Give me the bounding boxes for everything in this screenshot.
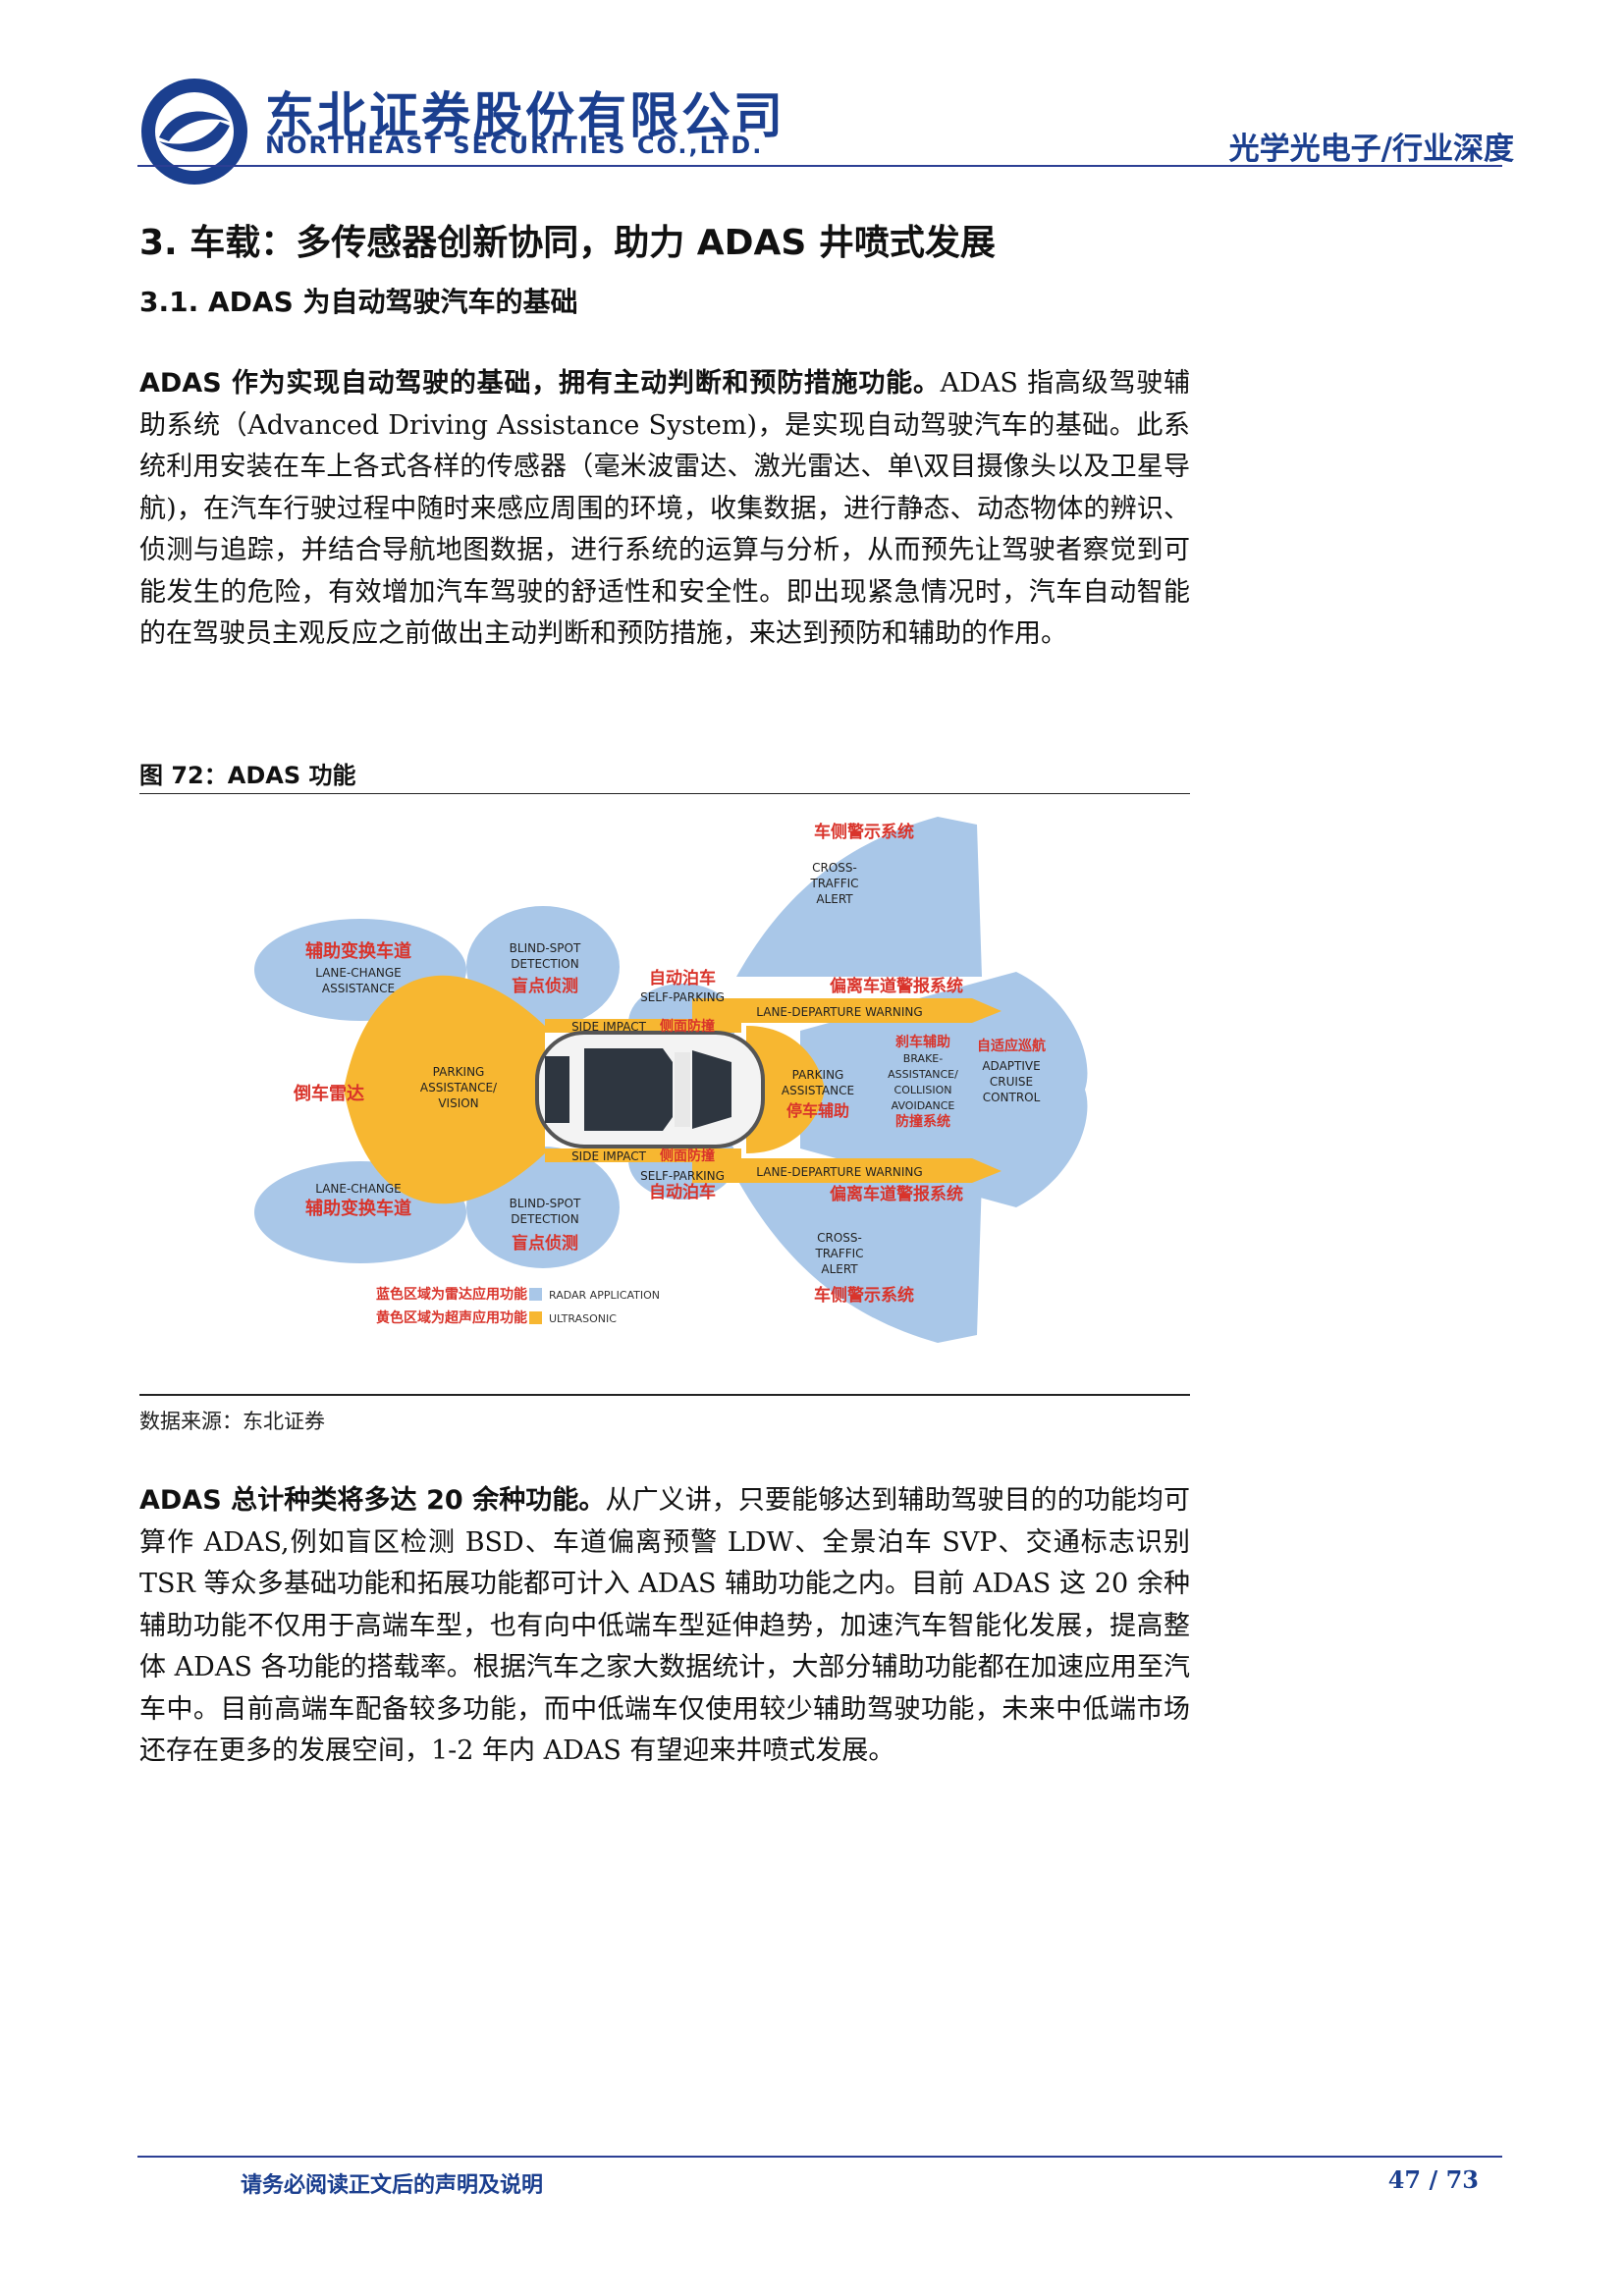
page-number: 47 / 73 xyxy=(1387,2165,1479,2194)
paragraph-2-lead: ADAS 总计种类将多达 20 余种功能。 xyxy=(139,1485,606,1516)
lca-bot-cn: 辅助变换车道 xyxy=(305,1198,411,1219)
bsd-top-en1: BLIND-SPOT xyxy=(510,941,581,955)
acc-en3: CONTROL xyxy=(983,1091,1041,1104)
paragraph-1-lead: ADAS 作为实现自动驾驶的基础，拥有主动判断和预防措施功能。 xyxy=(139,368,941,399)
si-top-cn: 侧面防撞 xyxy=(660,1018,715,1035)
brake-cn: 刹车辅助 xyxy=(895,1034,950,1050)
company-logo-icon xyxy=(141,79,247,185)
brake-en4: AVOIDANCE xyxy=(892,1099,955,1112)
footer-disclaimer: 请务必阅读正文后的声明及说明 xyxy=(241,2173,544,2198)
brake-en3: COLLISION xyxy=(894,1084,952,1096)
sp-top-cn: 自动泊车 xyxy=(649,968,716,988)
paragraph-1: ADAS 作为实现自动驾驶的基础，拥有主动判断和预防措施功能。ADAS 指高级驾… xyxy=(139,363,1190,656)
lca-top-en1: LANE-CHANGE xyxy=(315,966,402,980)
si-top-en: SIDE IMPACT xyxy=(571,1020,647,1034)
rear-en1: PARKING xyxy=(433,1065,485,1079)
cta-top-en3: ALERT xyxy=(816,892,853,906)
bsd-bot-cn: 盲点侦测 xyxy=(512,1233,578,1254)
figure-source: 数据来源：东北证券 xyxy=(139,1410,325,1433)
sp-top-en: SELF-PARKING xyxy=(640,990,725,1004)
adas-function-diagram: 车侧警示系统 CROSS- TRAFFIC ALERT 辅助变换车道 LANE-… xyxy=(254,817,1088,1343)
lca-bot-en: LANE-CHANGE xyxy=(315,1182,402,1196)
cta-top-en1: CROSS- xyxy=(812,861,857,875)
paragraph-2-body: 从广义讲，只要能够达到辅助驾驶目的的功能均可算作 ADAS,例如盲区检测 BSD… xyxy=(139,1485,1190,1766)
acc-en1: ADAPTIVE xyxy=(982,1059,1040,1073)
legend-blue-en: RADAR APPLICATION xyxy=(549,1289,660,1302)
header-divider xyxy=(137,165,1502,167)
brake-en1: BRAKE- xyxy=(903,1052,943,1065)
cta-top-cn: 车侧警示系统 xyxy=(814,822,914,842)
subsection-heading: 3.1. ADAS 为自动驾驶汽车的基础 xyxy=(139,286,578,318)
si-bot-cn: 侧面防撞 xyxy=(660,1148,715,1164)
legend-yellow-en: ULTRASONIC xyxy=(549,1312,617,1325)
cta-bot-en3: ALERT xyxy=(821,1262,858,1276)
brake-cn2: 防撞系统 xyxy=(895,1113,950,1130)
figure-top-rule xyxy=(139,793,1190,794)
front-en2: ASSISTANCE xyxy=(782,1084,854,1097)
legend-blue-swatch xyxy=(529,1288,542,1301)
car-icon xyxy=(535,1031,765,1148)
section-heading: 3. 车载：多传感器创新协同，助力 ADAS 井喷式发展 xyxy=(139,223,996,263)
si-bot-en: SIDE IMPACT xyxy=(571,1149,647,1163)
paragraph-2: ADAS 总计种类将多达 20 余种功能。从广义讲，只要能够达到辅助驾驶目的的功… xyxy=(139,1480,1190,1773)
front-en1: PARKING xyxy=(792,1068,844,1082)
brake-en2: ASSISTANCE/ xyxy=(888,1068,958,1081)
acc-en2: CRUISE xyxy=(990,1075,1033,1089)
ldw-bot-en: LANE-DEPARTURE WARNING xyxy=(756,1165,922,1179)
ldw-top-en: LANE-DEPARTURE WARNING xyxy=(756,1005,922,1019)
acc-cn: 自适应巡航 xyxy=(977,1038,1046,1054)
ldw-top-cn: 偏离车道警报系统 xyxy=(830,976,963,996)
cta-bot-cn: 车侧警示系统 xyxy=(814,1285,914,1306)
bsd-bot-en1: BLIND-SPOT xyxy=(510,1197,581,1210)
rear-en2: ASSISTANCE/ xyxy=(420,1081,498,1095)
legend-blue-cn: 蓝色区域为雷达应用功能 xyxy=(376,1286,527,1303)
legend-yellow-swatch xyxy=(529,1311,542,1324)
bsd-top-cn: 盲点侦测 xyxy=(512,976,578,996)
sp-bot-en: SELF-PARKING xyxy=(640,1169,725,1183)
lca-top-en2: ASSISTANCE xyxy=(322,982,395,995)
cta-bot-en2: TRAFFIC xyxy=(814,1247,863,1260)
footer-divider xyxy=(137,2156,1502,2158)
lca-top-cn: 辅助变换车道 xyxy=(305,940,411,962)
report-category: 光学光电子/行业深度 xyxy=(1228,132,1514,167)
ldw-bot-cn: 偏离车道警报系统 xyxy=(830,1184,963,1204)
bsd-top-en2: DETECTION xyxy=(511,957,578,971)
paragraph-1-body: ADAS 指高级驾驶辅助系统（Advanced Driving Assistan… xyxy=(139,368,1190,649)
rear-cn: 倒车雷达 xyxy=(293,1083,364,1104)
sp-bot-cn: 自动泊车 xyxy=(649,1182,716,1202)
rear-en3: VISION xyxy=(438,1096,478,1110)
bsd-bot-en2: DETECTION xyxy=(511,1212,578,1226)
cta-bot-en1: CROSS- xyxy=(817,1231,862,1245)
legend-yellow-cn: 黄色区域为超声应用功能 xyxy=(376,1309,527,1326)
figure-legend: 蓝色区域为雷达应用功能 RADAR APPLICATION 黄色区域为超声应用功… xyxy=(376,1286,660,1326)
front-cn: 停车辅助 xyxy=(786,1101,849,1120)
figure-bottom-rule xyxy=(139,1394,1190,1396)
cta-top-en2: TRAFFIC xyxy=(809,877,858,890)
company-name-en: NORTHEAST SECURITIES CO.,LTD. xyxy=(265,132,764,159)
figure-title: 图 72：ADAS 功能 xyxy=(139,762,356,789)
